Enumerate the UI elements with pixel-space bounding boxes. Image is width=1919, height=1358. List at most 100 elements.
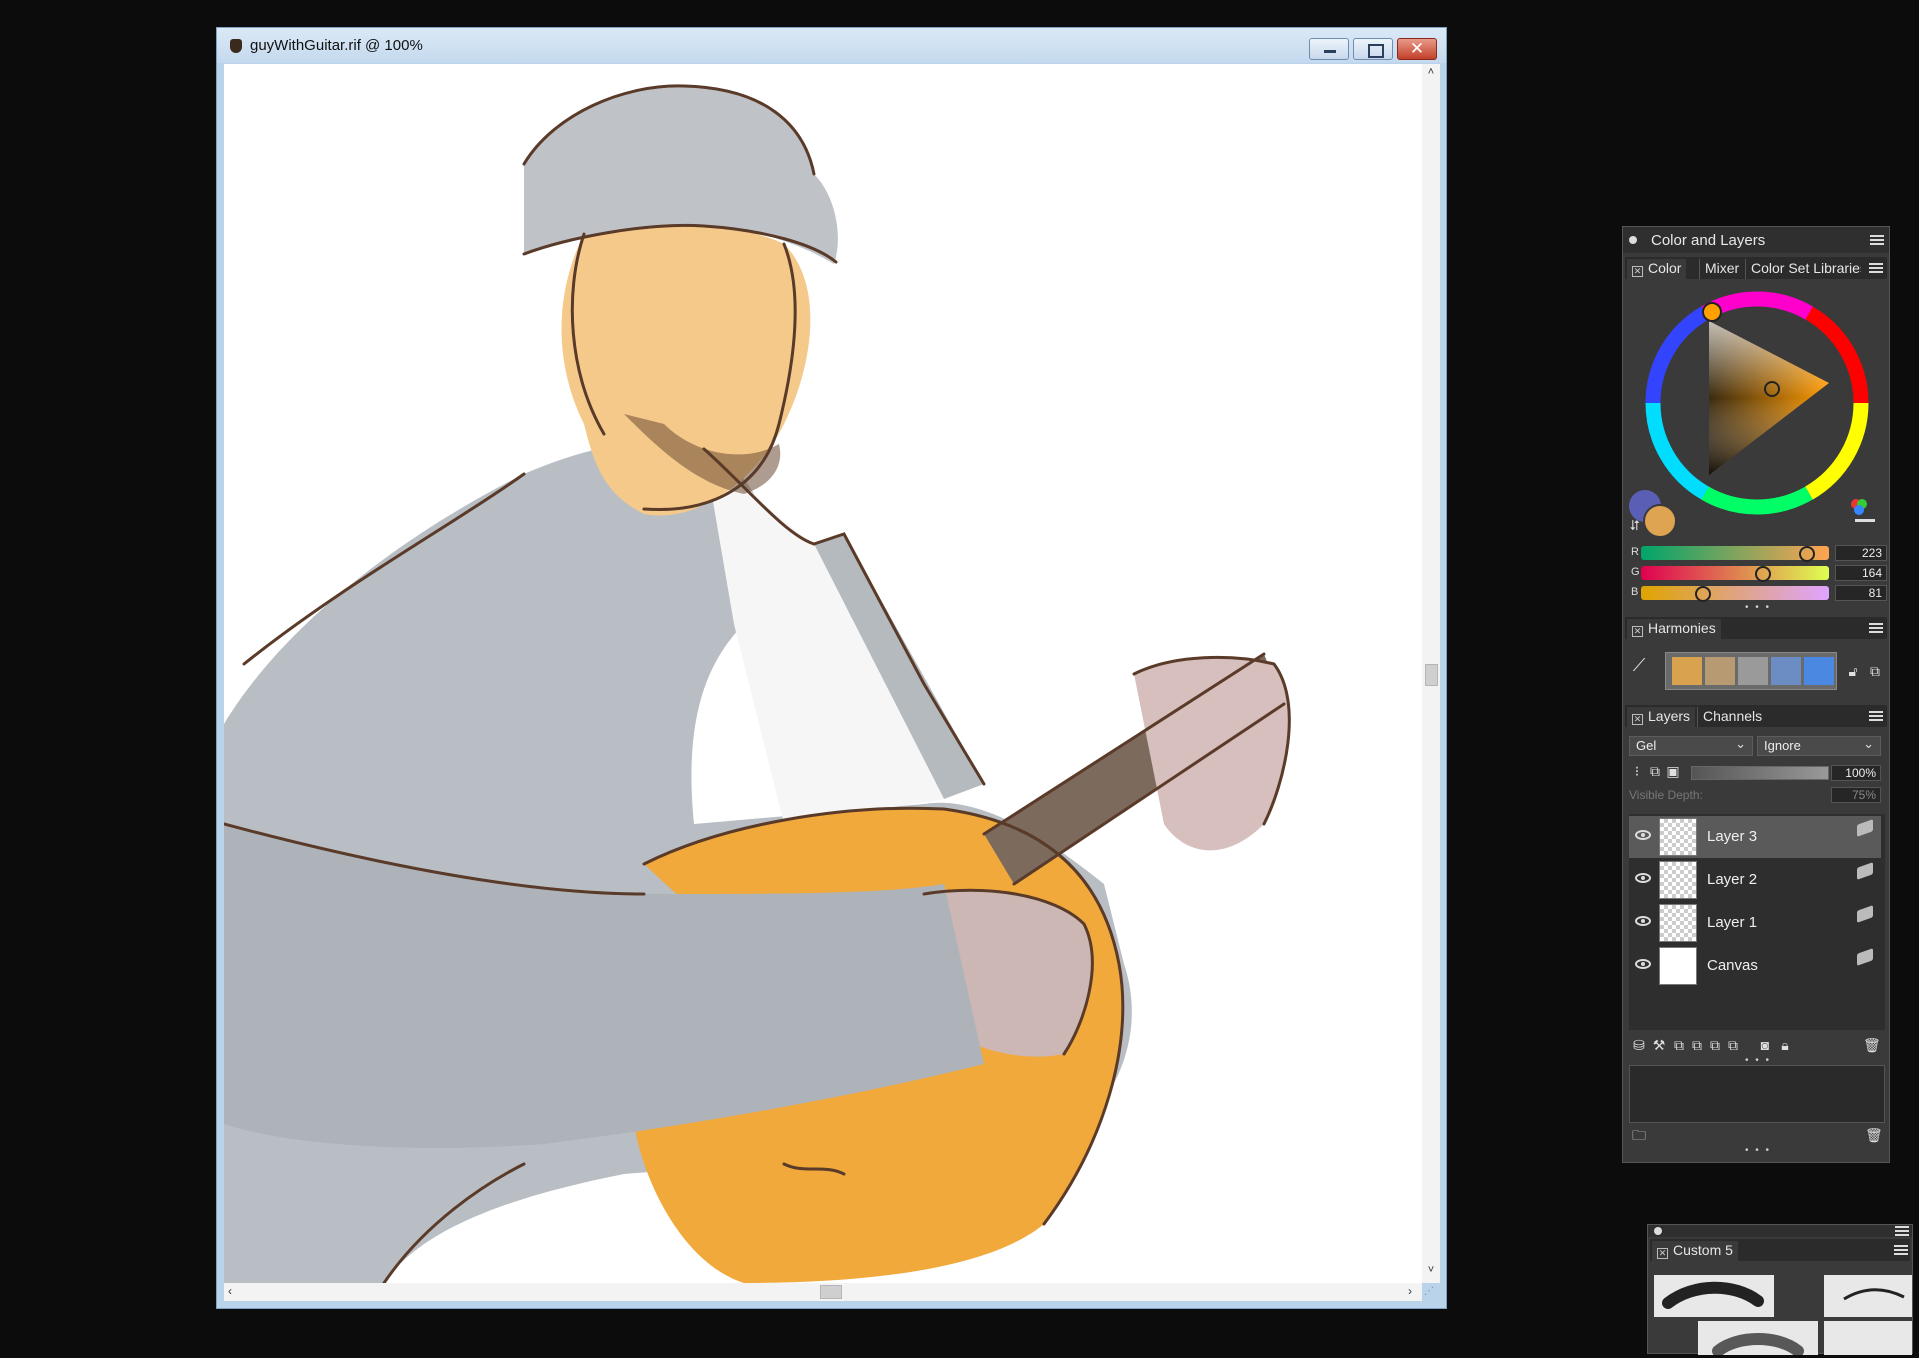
harmony-swatch[interactable] — [1672, 657, 1702, 685]
select-layer-icon[interactable]: ▣ — [1665, 763, 1681, 779]
tab-color-set-libraries[interactable]: Color Set Libraries — [1745, 259, 1861, 279]
scroll-down-icon[interactable]: ˅ — [1422, 1264, 1440, 1276]
layer-commands-icon[interactable]: ⛁ — [1631, 1037, 1647, 1053]
panel-header[interactable]: Color and Layers — [1623, 227, 1889, 253]
close-section-icon[interactable]: ✕ — [1632, 266, 1643, 277]
red-value[interactable]: 223 — [1835, 545, 1887, 561]
composite-method-select[interactable]: Gel — [1629, 735, 1753, 756]
pick-up-underlying-icon[interactable]: ⧉ — [1647, 763, 1663, 779]
close-section-icon[interactable]: ✕ — [1632, 714, 1643, 725]
tab-harmonies[interactable]: ✕ Harmonies — [1627, 619, 1721, 639]
tab-layers[interactable]: ✕ Layers — [1627, 707, 1696, 727]
visibility-eye-icon[interactable] — [1635, 916, 1651, 926]
harmonies-menu-icon[interactable] — [1869, 623, 1883, 633]
layer-thumbnail — [1659, 861, 1697, 899]
scroll-up-icon[interactable]: ˄ — [1422, 66, 1440, 78]
layer-type-icon — [1857, 948, 1873, 966]
minimize-button[interactable] — [1309, 38, 1349, 60]
layer-row-canvas[interactable]: Canvas — [1629, 945, 1881, 987]
new-layer-group-icon[interactable]: ⧉ — [1725, 1037, 1741, 1053]
hue-marker[interactable] — [1702, 302, 1722, 322]
delete-layer-icon[interactable]: 🗑︎ — [1863, 1037, 1881, 1053]
blue-knob[interactable] — [1695, 586, 1711, 602]
paper-mode-select[interactable]: Ignore — [1757, 735, 1881, 756]
color-wheel[interactable] — [1639, 285, 1875, 521]
brush-variant-1[interactable] — [1654, 1275, 1774, 1317]
harmony-rule-icon[interactable]: ⟋ — [1631, 656, 1647, 674]
layer-mask-icon[interactable]: ◙ — [1757, 1037, 1773, 1053]
color-section-menu-icon[interactable] — [1869, 263, 1883, 273]
harmony-swatch[interactable] — [1804, 657, 1834, 685]
layer-properties-icon[interactable]: ⚒ — [1651, 1037, 1667, 1053]
brush-panel-header[interactable] — [1648, 1225, 1912, 1237]
opacity-slider[interactable] — [1691, 766, 1829, 780]
harmony-swatch[interactable] — [1705, 657, 1735, 685]
lock-layer-icon[interactable]: 🔒︎ — [1777, 1037, 1793, 1053]
panel-pin-icon[interactable] — [1629, 236, 1637, 244]
tab-channels[interactable]: Channels — [1697, 707, 1768, 727]
harmony-swatch[interactable] — [1771, 657, 1801, 685]
custom-brush-panel: ✕ Custom 5 — [1647, 1224, 1913, 1357]
close-section-icon[interactable]: ✕ — [1657, 1248, 1668, 1259]
blue-value[interactable]: 81 — [1835, 585, 1887, 601]
tab-color[interactable]: ✕ Color — [1627, 259, 1687, 279]
vertical-scrollbar[interactable]: ˄ ˅ — [1422, 64, 1440, 1283]
layer-row-layer-2[interactable]: Layer 2 — [1629, 859, 1881, 901]
new-watercolor-layer-icon[interactable]: ⧉ — [1689, 1037, 1705, 1053]
green-value[interactable]: 164 — [1835, 565, 1887, 581]
harmony-swatch[interactable] — [1738, 657, 1768, 685]
main-color-swatch[interactable] — [1643, 504, 1677, 538]
scroll-right-icon[interactable]: › — [1408, 1284, 1412, 1298]
tab-custom-5[interactable]: ✕ Custom 5 — [1652, 1241, 1738, 1261]
close-section-icon[interactable]: ✕ — [1632, 626, 1643, 637]
layer-row-layer-3[interactable]: Layer 3 — [1629, 816, 1881, 858]
document-title: guyWithGuitar.rif @ 100% — [250, 37, 423, 54]
color-more-icon[interactable]: • • • — [1745, 602, 1771, 613]
vertical-scroll-thumb[interactable] — [1425, 664, 1438, 686]
layer-type-icon — [1857, 819, 1873, 837]
brush-variant-4[interactable] — [1824, 1321, 1912, 1355]
lock-icon[interactable]: 🔓︎ — [1845, 663, 1861, 679]
panel-menu-icon[interactable] — [1870, 235, 1884, 245]
new-liquid-ink-layer-icon[interactable]: ⧉ — [1707, 1037, 1723, 1053]
drawing-canvas[interactable] — [224, 64, 1422, 1283]
harmonies-header: ✕ Harmonies — [1625, 617, 1887, 639]
red-knob[interactable] — [1799, 546, 1815, 562]
empty-panel-area — [1629, 1065, 1885, 1123]
horizontal-scrollbar[interactable]: ‹ › — [224, 1283, 1422, 1301]
color-picker-tools-icon[interactable] — [1849, 497, 1877, 527]
visibility-eye-icon[interactable] — [1635, 959, 1651, 969]
brush-panel-menu-icon[interactable] — [1895, 1226, 1909, 1236]
blue-track[interactable] — [1641, 586, 1829, 602]
opacity-value[interactable]: 100% — [1831, 765, 1881, 781]
section-more-icon[interactable]: • • • — [1745, 1145, 1771, 1156]
visibility-eye-icon[interactable] — [1635, 873, 1651, 883]
maximize-button[interactable] — [1353, 38, 1393, 60]
brush-tab-bar: ✕ Custom 5 — [1650, 1239, 1910, 1261]
brush-variant-2[interactable] — [1824, 1275, 1912, 1317]
folder-icon[interactable]: 🗀︎ — [1631, 1127, 1647, 1143]
swap-colors-icon[interactable]: ⮃ — [1627, 517, 1643, 533]
visibility-eye-icon[interactable] — [1635, 830, 1651, 840]
close-button[interactable]: ✕ — [1397, 38, 1437, 60]
visible-depth-value[interactable]: 75% — [1831, 787, 1881, 803]
tab-mixer[interactable]: Mixer — [1699, 259, 1745, 279]
red-track[interactable] — [1641, 546, 1829, 562]
add-harmony-icon[interactable]: ⧉ — [1867, 663, 1883, 679]
preserve-transparency-icon[interactable]: ⁝ — [1629, 763, 1645, 779]
scroll-left-icon[interactable]: ‹ — [228, 1284, 232, 1298]
layers-menu-icon[interactable] — [1869, 711, 1883, 721]
layers-tab-bar: ✕ Layers Channels — [1625, 705, 1887, 727]
horizontal-scroll-thumb[interactable] — [820, 1285, 842, 1299]
new-layer-icon[interactable]: ⧉ — [1671, 1037, 1687, 1053]
color-and-layers-panel: Color and Layers ✕ Color Mixer Color Set … — [1622, 226, 1890, 1163]
green-track[interactable] — [1641, 566, 1829, 582]
resize-grip-icon[interactable]: ⋰ — [1424, 1286, 1438, 1300]
document-titlebar[interactable]: guyWithGuitar.rif @ 100% ✕ — [217, 28, 1446, 63]
panel-pin-icon[interactable] — [1654, 1227, 1662, 1235]
green-knob[interactable] — [1755, 566, 1771, 582]
delete-icon[interactable]: 🗑︎ — [1865, 1127, 1883, 1143]
brush-variant-3[interactable] — [1698, 1321, 1818, 1357]
layer-row-layer-1[interactable]: Layer 1 — [1629, 902, 1881, 944]
custom-menu-icon[interactable] — [1894, 1245, 1908, 1255]
